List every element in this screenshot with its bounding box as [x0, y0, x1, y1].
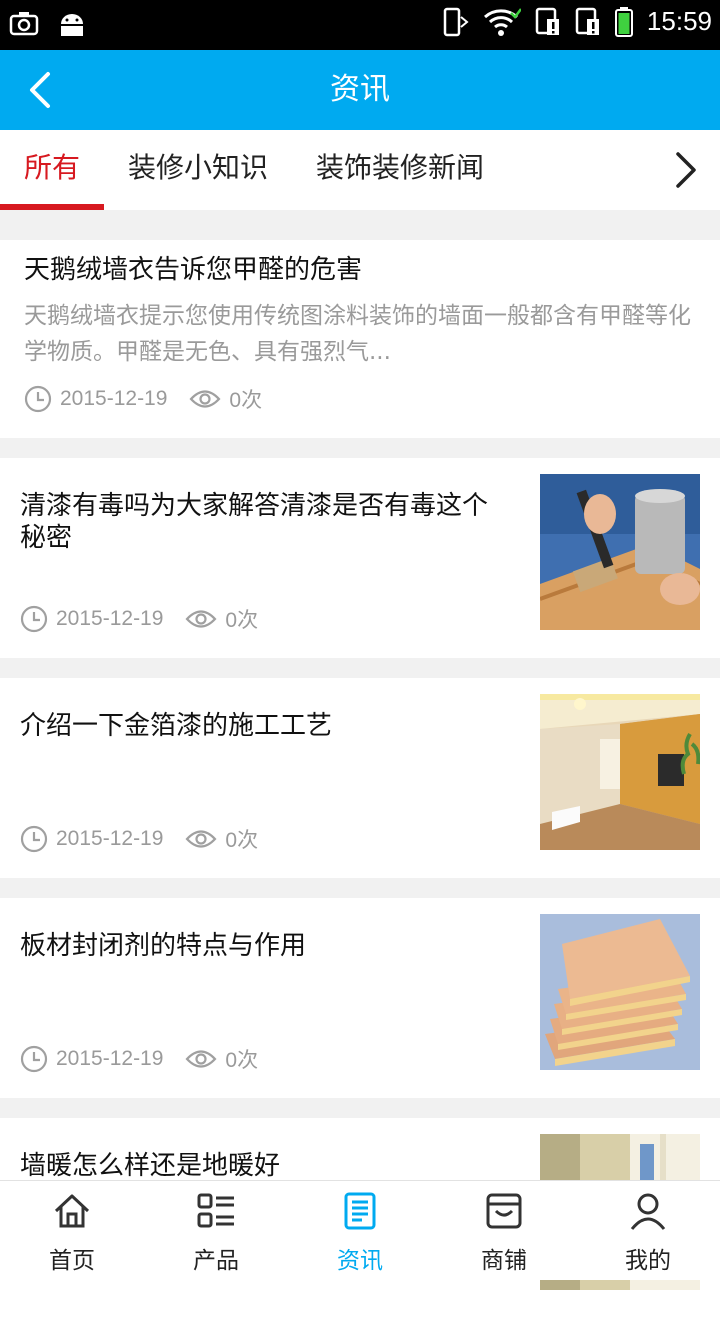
article-title: 介绍一下金箔漆的施工工艺	[20, 711, 333, 741]
status-bar: 15:59	[0, 0, 720, 50]
home-icon	[54, 1194, 90, 1228]
eye-icon	[185, 1050, 217, 1068]
article-views: 0次	[225, 609, 259, 632]
plywood-boards-thumbnail	[540, 914, 700, 1070]
page-title: 资讯	[330, 72, 390, 107]
article-meta: 2015-12-19 0次	[20, 1044, 258, 1074]
tab-decoration-tips[interactable]: 装修小知识	[128, 130, 268, 210]
active-tab-indicator	[0, 204, 104, 210]
status-time: 15:59	[646, 6, 712, 36]
store-icon	[486, 1193, 522, 1229]
article-item[interactable]: 板材封闭剂的特点与作用 2015-12-19 0次	[0, 898, 720, 1098]
sim-alert-icon	[535, 7, 559, 35]
android-icon	[61, 14, 83, 36]
bottom-nav: 首页 产品 资讯 商铺 我的	[0, 1180, 720, 1280]
article-title: 板材封闭剂的特点与作用	[20, 931, 307, 961]
article-summary: 天鹅绒墙衣提示您使用传统图涂料装饰的墙面一般都含有甲醛等化学物质。甲醛是无色、具…	[24, 303, 691, 365]
article-views: 0次	[229, 389, 263, 412]
article-item[interactable]: 清漆有毒吗为大家解答清漆是否有毒这个秘密 2015-12-19 0次	[0, 458, 720, 658]
article-title: 天鹅绒墙衣告诉您甲醛的危害	[24, 255, 363, 285]
eye-icon	[185, 610, 217, 628]
article-date: 2015-12-19	[56, 607, 164, 630]
list-icon	[197, 1193, 234, 1228]
nav-products[interactable]: 产品	[144, 1181, 288, 1281]
clock-icon	[24, 385, 52, 413]
battery-icon	[614, 6, 633, 37]
article-views: 0次	[225, 1049, 259, 1072]
varnish-brush-thumbnail	[540, 474, 700, 630]
nav-mine[interactable]: 我的	[576, 1181, 720, 1281]
nav-news[interactable]: 资讯	[288, 1181, 432, 1281]
nav-stores[interactable]: 商铺	[432, 1181, 576, 1281]
nav-stores-label: 商铺	[481, 1248, 527, 1274]
clock-icon	[20, 825, 48, 853]
app-header: 资讯	[0, 50, 720, 130]
article-title: 墙暖怎么样还是地暖好	[20, 1151, 281, 1181]
clock-icon	[20, 1045, 48, 1073]
screenshot-icon	[9, 12, 39, 36]
nav-home[interactable]: 首页	[0, 1181, 144, 1281]
article-meta: 2015-12-19 0次	[20, 604, 258, 634]
article-title: 清漆有毒吗为大家解答清漆是否有毒这个秘密	[20, 491, 489, 553]
back-arrow-icon[interactable]	[20, 68, 64, 112]
news-icon	[344, 1192, 376, 1230]
vibrate-icon	[443, 7, 469, 36]
article-meta: 2015-12-19 0次	[20, 824, 258, 854]
article-meta: 2015-12-19 0次	[24, 384, 262, 414]
chevron-right-icon[interactable]	[666, 150, 706, 190]
wifi-icon	[483, 7, 521, 36]
user-icon	[630, 1193, 666, 1230]
article-date: 2015-12-19	[60, 387, 168, 410]
article-date: 2015-12-19	[56, 827, 164, 850]
eye-icon	[185, 830, 217, 848]
tab-all[interactable]: 所有	[24, 130, 80, 210]
clock-icon	[20, 605, 48, 633]
article-item[interactable]: 天鹅绒墙衣告诉您甲醛的危害 天鹅绒墙衣提示您使用传统图涂料装饰的墙面一般都含有甲…	[0, 240, 720, 438]
eye-icon	[189, 390, 221, 408]
nav-home-label: 首页	[49, 1248, 95, 1274]
nav-news-label: 资讯	[337, 1248, 383, 1274]
article-date: 2015-12-19	[56, 1047, 164, 1070]
nav-mine-label: 我的	[625, 1248, 671, 1274]
article-item[interactable]: 介绍一下金箔漆的施工工艺 2015-12-19 0次	[0, 678, 720, 878]
sim-alert-icon-2	[575, 7, 599, 35]
tab-decoration-news[interactable]: 装饰装修新闻	[316, 130, 484, 210]
category-tabs: 所有 装修小知识 装饰装修新闻	[0, 130, 720, 210]
nav-products-label: 产品	[193, 1248, 239, 1274]
living-room-thumbnail	[540, 694, 700, 850]
article-views: 0次	[225, 829, 259, 852]
